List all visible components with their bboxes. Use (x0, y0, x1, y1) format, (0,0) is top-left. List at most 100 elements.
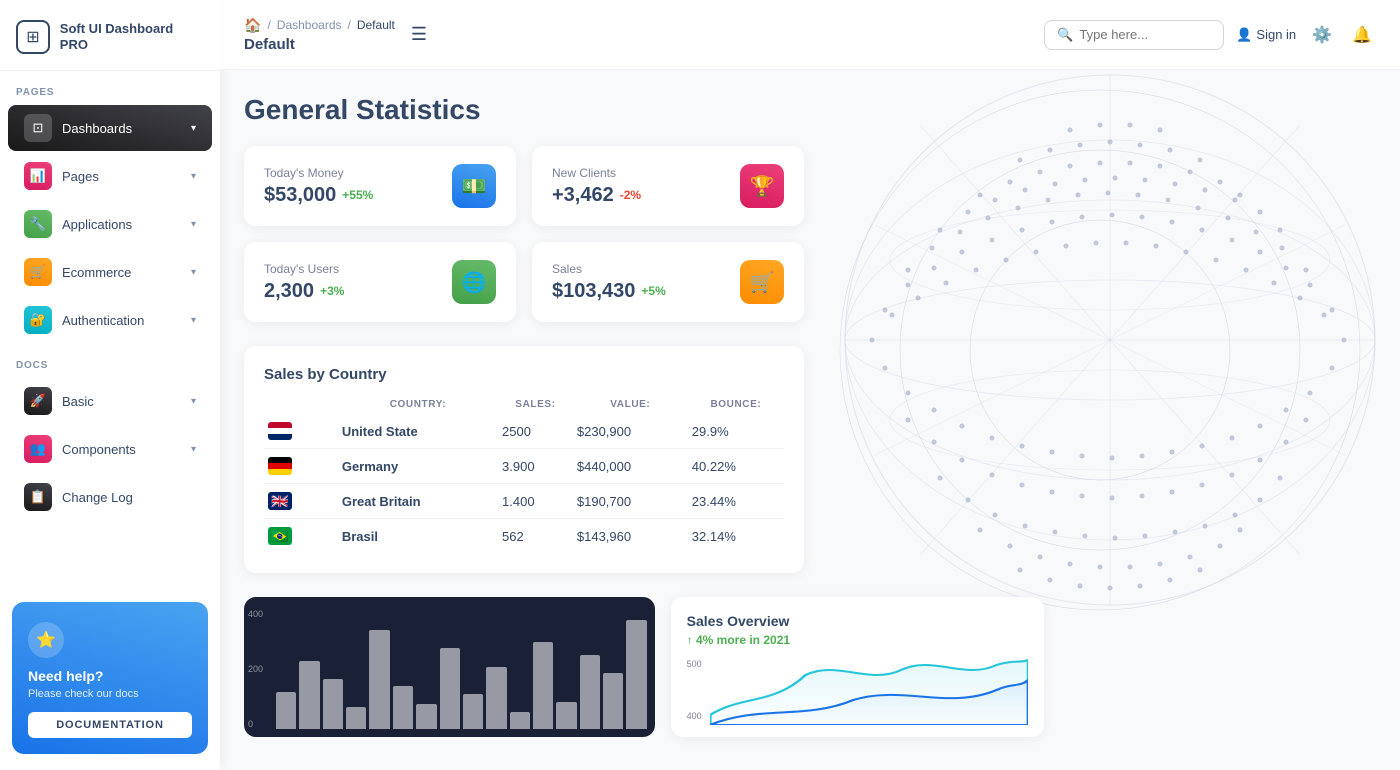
sidebar-item-components[interactable]: 👥 Components ▾ (8, 426, 212, 472)
country-bounce-de: 40.22% (692, 459, 736, 474)
table-row: Germany 3.900 $440,000 40.22% (264, 449, 784, 483)
sidebar-logo: ⊞ Soft UI Dashboard PRO (0, 0, 220, 71)
chart-bar (346, 707, 366, 729)
search-input[interactable] (1079, 27, 1209, 42)
flag-gb: 🇬🇧 (268, 492, 292, 510)
arrow-icon: ▾ (191, 123, 196, 134)
sidebar-item-label: Components (62, 442, 181, 457)
ecommerce-icon: 🛒 (24, 258, 52, 286)
stat-amount-users: 2,300 (264, 280, 314, 303)
country-name-de: Germany (342, 459, 398, 474)
bottom-charts-row: 400 200 0 (244, 597, 1044, 737)
stat-card-sales: Sales $103,430 +5% 🛒 (532, 242, 804, 322)
stat-card-left: Today's Money $53,000 +55% (264, 166, 373, 207)
stat-value-clients: +3,462 -2% (552, 184, 641, 207)
logo-icon: ⊞ (16, 20, 50, 54)
arrow-icon: ▾ (191, 444, 196, 455)
country-bounce-gb: 23.44% (692, 494, 736, 509)
breadcrumb-sep2: / (348, 18, 351, 32)
col-header-value: Value: (573, 399, 688, 414)
chart-bar (603, 673, 623, 729)
chart-bar (626, 620, 646, 729)
basic-icon: 🚀 (24, 387, 52, 415)
stat-icon-sales: 🛒 (740, 260, 784, 304)
stat-card-users: Today's Users 2,300 +3% 🌐 (244, 242, 516, 322)
flag-br: 🇧🇷 (268, 527, 292, 545)
stat-value-users: 2,300 +3% (264, 280, 344, 303)
components-icon: 👥 (24, 435, 52, 463)
sales-by-country-card: Sales by Country Country: Sales: Value: … (244, 346, 804, 573)
stat-icon-clients: 🏆 (740, 164, 784, 208)
country-value-us: $230,900 (577, 424, 631, 439)
chart-bar (556, 702, 576, 729)
country-sales-us: 2500 (502, 424, 531, 439)
search-box[interactable]: 🔍 (1044, 20, 1224, 50)
hamburger-button[interactable]: ☰ (407, 20, 431, 49)
breadcrumb-sep1: / (267, 18, 270, 32)
arrow-icon: ▾ (191, 396, 196, 407)
chart-bar (299, 661, 319, 729)
country-table: Country: Sales: Value: Bounce: United St… (264, 399, 784, 553)
chart-bar (276, 692, 296, 729)
help-subtitle: Please check our docs (28, 688, 192, 700)
documentation-button[interactable]: DOCUMENTATION (28, 712, 192, 738)
breadcrumb-link-dashboards[interactable]: Dashboards (277, 18, 342, 32)
sidebar-item-authentication[interactable]: 🔐 Authentication ▾ (8, 297, 212, 343)
stat-icon-money: 💵 (452, 164, 496, 208)
stat-card-left: New Clients +3,462 -2% (552, 166, 641, 207)
sidebar-item-label: Change Log (62, 490, 196, 505)
globe-svg: /* dots generated below */ (800, 70, 1400, 670)
arrow-icon: ▾ (191, 171, 196, 182)
content-area: /* dots generated below */ (220, 70, 1400, 770)
sidebar-item-label: Basic (62, 394, 181, 409)
stat-label-money: Today's Money (264, 166, 373, 180)
stat-change-money: +55% (342, 188, 373, 202)
sidebar-item-pages[interactable]: 📊 Pages ▾ (8, 153, 212, 199)
settings-button[interactable]: ⚙️ (1308, 21, 1336, 49)
table-row: 🇬🇧 Great Britain 1.400 $190,700 23.44% (264, 484, 784, 518)
chart-bar (510, 712, 530, 729)
stat-card-money: Today's Money $53,000 +55% 💵 (244, 146, 516, 226)
chart-bar (533, 642, 553, 729)
stats-grid: Today's Money $53,000 +55% 💵 New Clients… (244, 146, 804, 322)
stat-icon-users: 🌐 (452, 260, 496, 304)
country-sales-gb: 1.400 (502, 494, 535, 509)
signin-button[interactable]: 👤 Sign in (1236, 27, 1296, 43)
mini-chart (710, 655, 1028, 725)
topbar: 🏠 / Dashboards / Default Default ☰ 🔍 👤 S… (220, 0, 1400, 70)
sidebar-item-changelog[interactable]: 📋 Change Log (8, 474, 212, 520)
y-label-200: 200 (248, 664, 272, 674)
chart-bar (580, 655, 600, 729)
y-label-0: 0 (248, 719, 272, 729)
overview-title: Sales Overview (687, 613, 1028, 629)
country-sales-de: 3.900 (502, 459, 535, 474)
y-label-400: 400 (248, 609, 272, 619)
sidebar-item-applications[interactable]: 🔧 Applications ▾ (8, 201, 212, 247)
home-icon: 🏠 (244, 17, 261, 34)
sales-by-country-title: Sales by Country (264, 366, 784, 383)
chart-bar (416, 704, 436, 729)
country-name-us: United State (342, 424, 418, 439)
sidebar-item-label: Applications (62, 217, 181, 232)
country-sales-br: 562 (502, 529, 524, 544)
stat-change-clients: -2% (620, 188, 641, 202)
sidebar-item-ecommerce[interactable]: 🛒 Ecommerce ▾ (8, 249, 212, 295)
authentication-icon: 🔐 (24, 306, 52, 334)
changelog-icon: 📋 (24, 483, 52, 511)
help-star-icon: ⭐ (28, 622, 64, 658)
country-value-br: $143,960 (577, 529, 631, 544)
sidebar-item-dashboards[interactable]: ⊡ Dashboards ▾ (8, 105, 212, 151)
section-label-docs: DOCS (0, 344, 220, 377)
user-icon: 👤 (1236, 27, 1252, 43)
table-row: United State 2500 $230,900 29.9% (264, 414, 784, 448)
help-title: Need help? (28, 668, 192, 684)
stat-label-users: Today's Users (264, 262, 344, 276)
sidebar-item-basic[interactable]: 🚀 Basic ▾ (8, 378, 212, 424)
stat-change-users: +3% (320, 284, 344, 298)
stat-label-clients: New Clients (552, 166, 641, 180)
breadcrumb-current: Default (357, 18, 395, 32)
sidebar: ⊞ Soft UI Dashboard PRO PAGES ⊡ Dashboar… (0, 0, 220, 770)
sales-overview-card: Sales Overview ↑ 4% more in 2021 500 400 (671, 597, 1044, 737)
chart-bar (463, 694, 483, 729)
notifications-button[interactable]: 🔔 (1348, 21, 1376, 49)
